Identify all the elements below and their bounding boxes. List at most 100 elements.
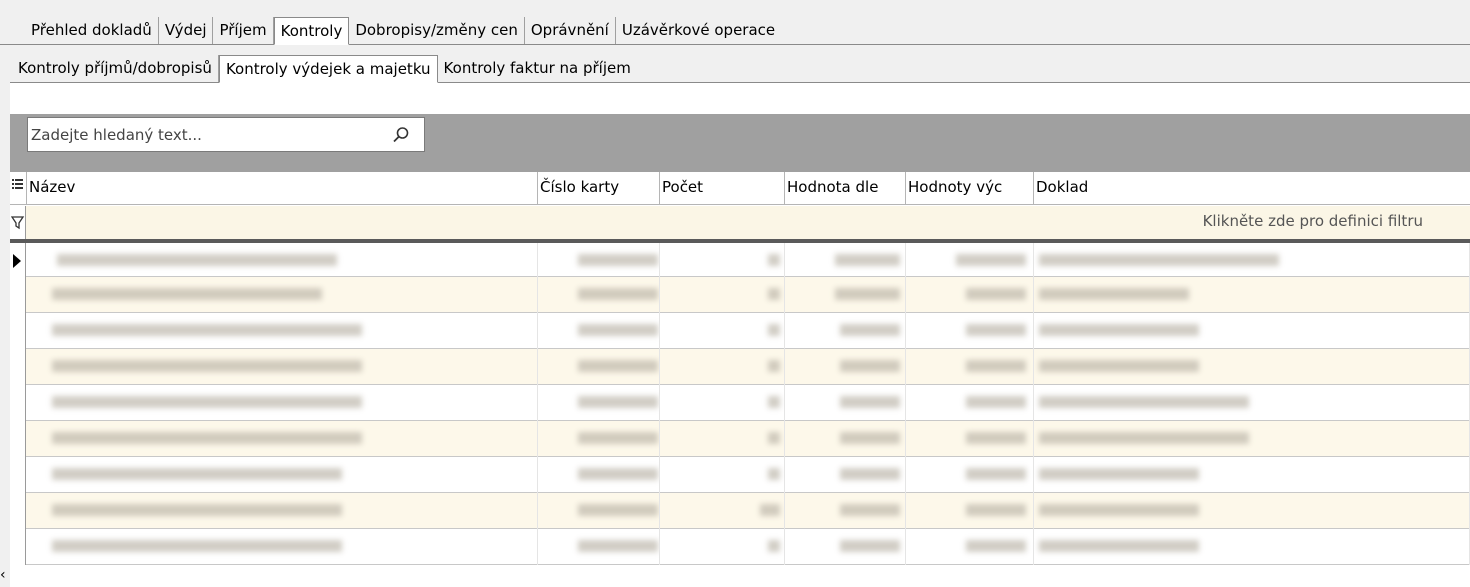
table-cell bbox=[27, 243, 538, 279]
table-cell bbox=[785, 277, 906, 313]
table-cell bbox=[1034, 529, 1470, 565]
table-cell bbox=[785, 493, 906, 529]
column-header-doklad[interactable]: Doklad bbox=[1034, 172, 1470, 205]
redacted-text bbox=[578, 396, 658, 408]
table-cell bbox=[538, 421, 660, 457]
table-cell bbox=[660, 529, 785, 565]
subtab-kontroly-faktur[interactable]: Kontroly faktur na příjem bbox=[438, 55, 637, 83]
filter-hint[interactable]: Klikněte zde pro definici filtru bbox=[1203, 212, 1423, 230]
table-cell bbox=[538, 529, 660, 565]
table-row[interactable] bbox=[10, 313, 1470, 349]
column-header-hodnoty-vydeje[interactable]: Hodnoty výc bbox=[906, 172, 1034, 205]
table-cell bbox=[27, 385, 538, 421]
table-cell bbox=[27, 493, 538, 529]
row-indicator[interactable] bbox=[10, 457, 26, 493]
table-cell bbox=[27, 277, 538, 313]
redacted-text bbox=[840, 324, 900, 336]
row-indicator[interactable] bbox=[10, 421, 26, 457]
table-row[interactable] bbox=[10, 385, 1470, 421]
row-indicator[interactable] bbox=[10, 313, 26, 349]
row-indicator[interactable] bbox=[10, 493, 26, 529]
table-cell bbox=[785, 529, 906, 565]
tab-prehled-dokladu[interactable]: Přehled dokladů bbox=[25, 17, 159, 45]
tab-opravneni[interactable]: Oprávnění bbox=[525, 17, 616, 45]
table-cell bbox=[27, 421, 538, 457]
table-cell bbox=[538, 385, 660, 421]
table-cell bbox=[660, 385, 785, 421]
table-cell bbox=[785, 421, 906, 457]
row-indicator[interactable] bbox=[10, 385, 26, 421]
table-row[interactable] bbox=[10, 457, 1470, 493]
scroll-left-icon[interactable]: ‹ bbox=[0, 567, 6, 583]
table-row[interactable] bbox=[10, 349, 1470, 385]
table-row[interactable] bbox=[10, 277, 1470, 313]
tab-prijem[interactable]: Příjem bbox=[213, 17, 274, 45]
redacted-text bbox=[52, 540, 342, 552]
row-indicator[interactable] bbox=[10, 349, 26, 385]
table-cell bbox=[1034, 349, 1470, 385]
data-grid: Název Číslo karty Počet Hodnota dle Hodn… bbox=[10, 172, 1470, 587]
filter-icon[interactable] bbox=[10, 206, 26, 239]
redacted-text bbox=[768, 396, 780, 408]
column-header-pocet[interactable]: Počet bbox=[660, 172, 785, 205]
table-cell bbox=[538, 277, 660, 313]
table-row[interactable] bbox=[10, 421, 1470, 457]
table-cell bbox=[785, 243, 906, 279]
redacted-text bbox=[966, 432, 1026, 444]
table-cell bbox=[538, 457, 660, 493]
tab-uzaverkove-operace[interactable]: Uzávěrkové operace bbox=[616, 17, 781, 45]
redacted-text bbox=[966, 504, 1026, 516]
table-cell bbox=[27, 529, 538, 565]
redacted-text bbox=[1039, 468, 1199, 480]
row-indicator[interactable] bbox=[10, 277, 26, 313]
tab-kontroly[interactable]: Kontroly bbox=[273, 17, 350, 45]
search-input[interactable] bbox=[31, 122, 376, 147]
table-row[interactable] bbox=[10, 493, 1470, 529]
table-cell bbox=[538, 313, 660, 349]
column-header-cislo-karty[interactable]: Číslo karty bbox=[538, 172, 660, 205]
redacted-text bbox=[52, 396, 362, 408]
tab-vydej[interactable]: Výdej bbox=[159, 17, 214, 45]
table-cell bbox=[906, 243, 1034, 279]
table-row[interactable] bbox=[10, 529, 1470, 565]
redacted-text bbox=[1039, 288, 1189, 300]
redacted-text bbox=[1039, 254, 1279, 266]
table-cell bbox=[27, 349, 538, 385]
redacted-text bbox=[966, 468, 1026, 480]
row-indicator[interactable] bbox=[10, 529, 26, 565]
redacted-text bbox=[840, 540, 900, 552]
redacted-text bbox=[768, 468, 780, 480]
redacted-text bbox=[1039, 396, 1249, 408]
table-cell bbox=[1034, 457, 1470, 493]
redacted-text bbox=[956, 254, 1026, 266]
redacted-text bbox=[835, 254, 900, 266]
redacted-text bbox=[578, 324, 658, 336]
subtab-kontroly-prijmu[interactable]: Kontroly příjmů/dobropisů bbox=[12, 55, 219, 83]
filter-row[interactable]: Klikněte zde pro definici filtru bbox=[10, 206, 1470, 241]
sub-tabbar: Kontroly příjmů/dobropisů Kontroly výdej… bbox=[12, 55, 637, 83]
search-icon[interactable] bbox=[392, 126, 410, 144]
redacted-text bbox=[52, 432, 362, 444]
grid-header: Název Číslo karty Počet Hodnota dle Hodn… bbox=[10, 172, 1470, 205]
redacted-text bbox=[840, 432, 900, 444]
redacted-text bbox=[52, 288, 322, 300]
redacted-text bbox=[966, 540, 1026, 552]
redacted-text bbox=[840, 504, 900, 516]
table-cell bbox=[785, 457, 906, 493]
tab-dobropisy[interactable]: Dobropisy/změny cen bbox=[349, 17, 525, 45]
table-cell bbox=[906, 349, 1034, 385]
redacted-text bbox=[578, 360, 658, 372]
subtab-kontroly-vydejek[interactable]: Kontroly výdejek a majetku bbox=[218, 55, 438, 83]
table-cell bbox=[906, 493, 1034, 529]
column-header-nazev[interactable]: Název bbox=[27, 172, 538, 205]
redacted-text bbox=[966, 360, 1026, 372]
redacted-text bbox=[768, 288, 780, 300]
redacted-text bbox=[1039, 360, 1199, 372]
table-cell bbox=[538, 349, 660, 385]
main-tabbar: Přehled dokladů Výdej Příjem Kontroly Do… bbox=[25, 17, 781, 45]
row-indicator[interactable] bbox=[10, 243, 26, 279]
table-cell bbox=[906, 421, 1034, 457]
column-header-hodnota-dle[interactable]: Hodnota dle bbox=[785, 172, 906, 205]
table-row[interactable] bbox=[10, 241, 1470, 279]
column-chooser-icon[interactable] bbox=[10, 172, 27, 205]
